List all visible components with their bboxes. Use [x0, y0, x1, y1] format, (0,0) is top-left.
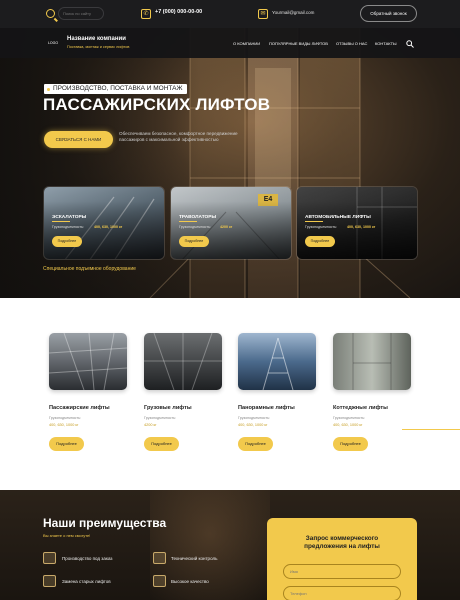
- form-title-line2: предложения на лифты: [304, 543, 380, 550]
- cottage-lift-image: [333, 333, 411, 390]
- name-input[interactable]: [283, 564, 401, 579]
- nav-item-popular[interactable]: ПОПУЛЯРНЫЕ ВИДЫ ЛИФТОВ: [269, 41, 328, 46]
- decorative-line: [402, 429, 460, 430]
- capacity-value: 400, 630, 1000 кг: [347, 225, 376, 229]
- main-navbar: LOGO Название компании Поставка, монтаж …: [0, 28, 460, 58]
- category-card-car-lifts[interactable]: АВТОМОБИЛЬНЫЕ ЛИФТЫ Грузоподъемность: 40…: [296, 186, 418, 260]
- panoramic-lift-image: [238, 333, 316, 390]
- freight-lift-image: [144, 333, 222, 390]
- more-button[interactable]: Подробнее: [52, 236, 82, 247]
- top-bar: ✆ +7 (000) 000-00-00 ✉ Yourmail@gmail.co…: [0, 0, 460, 28]
- nav-item-contacts[interactable]: КОНТАКТЫ: [375, 41, 397, 46]
- category-title: ЭСКАЛАТОРЫ: [52, 215, 87, 222]
- product-card-panoramic[interactable]: Панорамные лифты Грузоподъемность: 400, …: [238, 333, 316, 451]
- hero-title: ПАССАЖИРСКИХ ЛИФТОВ: [43, 95, 271, 114]
- capacity-value: 4200 кг: [220, 225, 233, 229]
- product-name: Грузовые лифты: [144, 405, 192, 411]
- passenger-lift-image: [49, 333, 127, 390]
- product-name: Пассажирские лифты: [49, 405, 110, 411]
- category-card-escalators[interactable]: ЭСКАЛАТОРЫ Грузоподъемность: 400, 630, 1…: [43, 186, 165, 260]
- search-icon[interactable]: [46, 9, 55, 18]
- capacity-label: Грузоподъемность:: [49, 416, 82, 420]
- more-button[interactable]: Подробнее: [179, 236, 209, 247]
- nav-item-about[interactable]: О КОМПАНИИ: [233, 41, 260, 46]
- advantage-label: Высокое качество: [171, 579, 209, 584]
- more-button[interactable]: Подробнее: [333, 437, 368, 451]
- company-subtitle: Поставка, монтаж и сервис лифтов: [67, 45, 130, 49]
- phone-number[interactable]: +7 (000) 000-00-00: [155, 9, 202, 15]
- capacity-value: 400, 630, 1000 кг: [49, 423, 79, 427]
- form-title: Запрос коммерческого предложения на лифт…: [267, 535, 417, 551]
- capacity-value: 400, 630, 1000 кг: [238, 423, 268, 427]
- phone-icon: ✆: [141, 9, 151, 19]
- special-equipment-link[interactable]: Специальное подъемное оборудование: [43, 266, 136, 272]
- capacity-label: Грузоподъемность:: [305, 225, 338, 229]
- phone-input[interactable]: [283, 586, 401, 600]
- factory-icon: [43, 552, 56, 564]
- company-name: Название компании: [67, 36, 126, 42]
- contact-us-button[interactable]: СВЯЗАТЬСЯ С НАМИ: [44, 131, 113, 148]
- capacity-value: 400, 630, 1000 кг: [94, 225, 123, 229]
- search-icon[interactable]: [406, 40, 414, 48]
- email-address[interactable]: Yourmail@gmail.com: [272, 10, 314, 15]
- email-icon: ✉: [258, 9, 268, 19]
- capacity-value: 4200 кг: [144, 423, 157, 427]
- logo[interactable]: LOGO: [44, 37, 62, 49]
- hero-badge: ПРОИЗВОДСТВО, ПОСТАВКА И МОНТАЖ: [44, 84, 188, 94]
- category-title: ТРАВОЛАТОРЫ: [179, 215, 217, 222]
- capacity-label: Грузоподъемность:: [238, 416, 271, 420]
- more-button[interactable]: Подробнее: [49, 437, 84, 451]
- advantages-subtitle: Вы знаете о нем смогуте!: [43, 533, 91, 538]
- more-button[interactable]: Подробнее: [305, 236, 335, 247]
- capacity-label: Грузоподъемность:: [333, 416, 366, 420]
- hero-description: Обеспечиваем безопасное, комфортное пере…: [119, 131, 238, 142]
- capacity-label: Грузоподъемность:: [144, 416, 177, 420]
- product-name: Коттеджные лифты: [333, 405, 388, 411]
- category-card-travelators[interactable]: E4 ТРАВОЛАТОРЫ Грузоподъемность: 4200 кг…: [170, 186, 292, 260]
- callback-button[interactable]: Обратный звонок: [360, 5, 417, 22]
- search-input[interactable]: [58, 7, 104, 20]
- category-title: АВТОМОБИЛЬНЫЕ ЛИФТЫ: [305, 215, 371, 222]
- advantage-label: Производство под заказ: [62, 556, 113, 561]
- product-card-cottage[interactable]: Коттеджные лифты Грузоподъемность: 400, …: [333, 333, 411, 451]
- product-name: Панорамные лифты: [238, 405, 295, 411]
- more-button[interactable]: Подробнее: [144, 437, 179, 451]
- elevator-icon: [43, 575, 56, 587]
- form-title-line1: Запрос коммерческого: [305, 535, 379, 542]
- advantages-title: Наши преимущества: [43, 516, 167, 530]
- capacity-label: Грузоподъемность:: [179, 225, 212, 229]
- products-section: [0, 298, 460, 490]
- checklist-icon: [153, 552, 166, 564]
- more-button[interactable]: Подробнее: [238, 437, 273, 451]
- product-card-freight[interactable]: Грузовые лифты Грузоподъемность: 4200 кг…: [144, 333, 222, 451]
- advantage-label: Замена старых лифтов: [62, 579, 111, 584]
- capacity-value: 400, 630, 1000 кг: [333, 423, 363, 427]
- advantage-label: Технический контроль: [171, 556, 218, 561]
- nav-item-reviews[interactable]: ОТЗЫВЫ О НАС: [336, 41, 367, 46]
- capacity-label: Грузоподъемность:: [52, 225, 85, 229]
- quality-medal-icon: [153, 575, 166, 587]
- product-card-passenger[interactable]: Пассажирские лифты Грузоподъемность: 400…: [49, 333, 127, 451]
